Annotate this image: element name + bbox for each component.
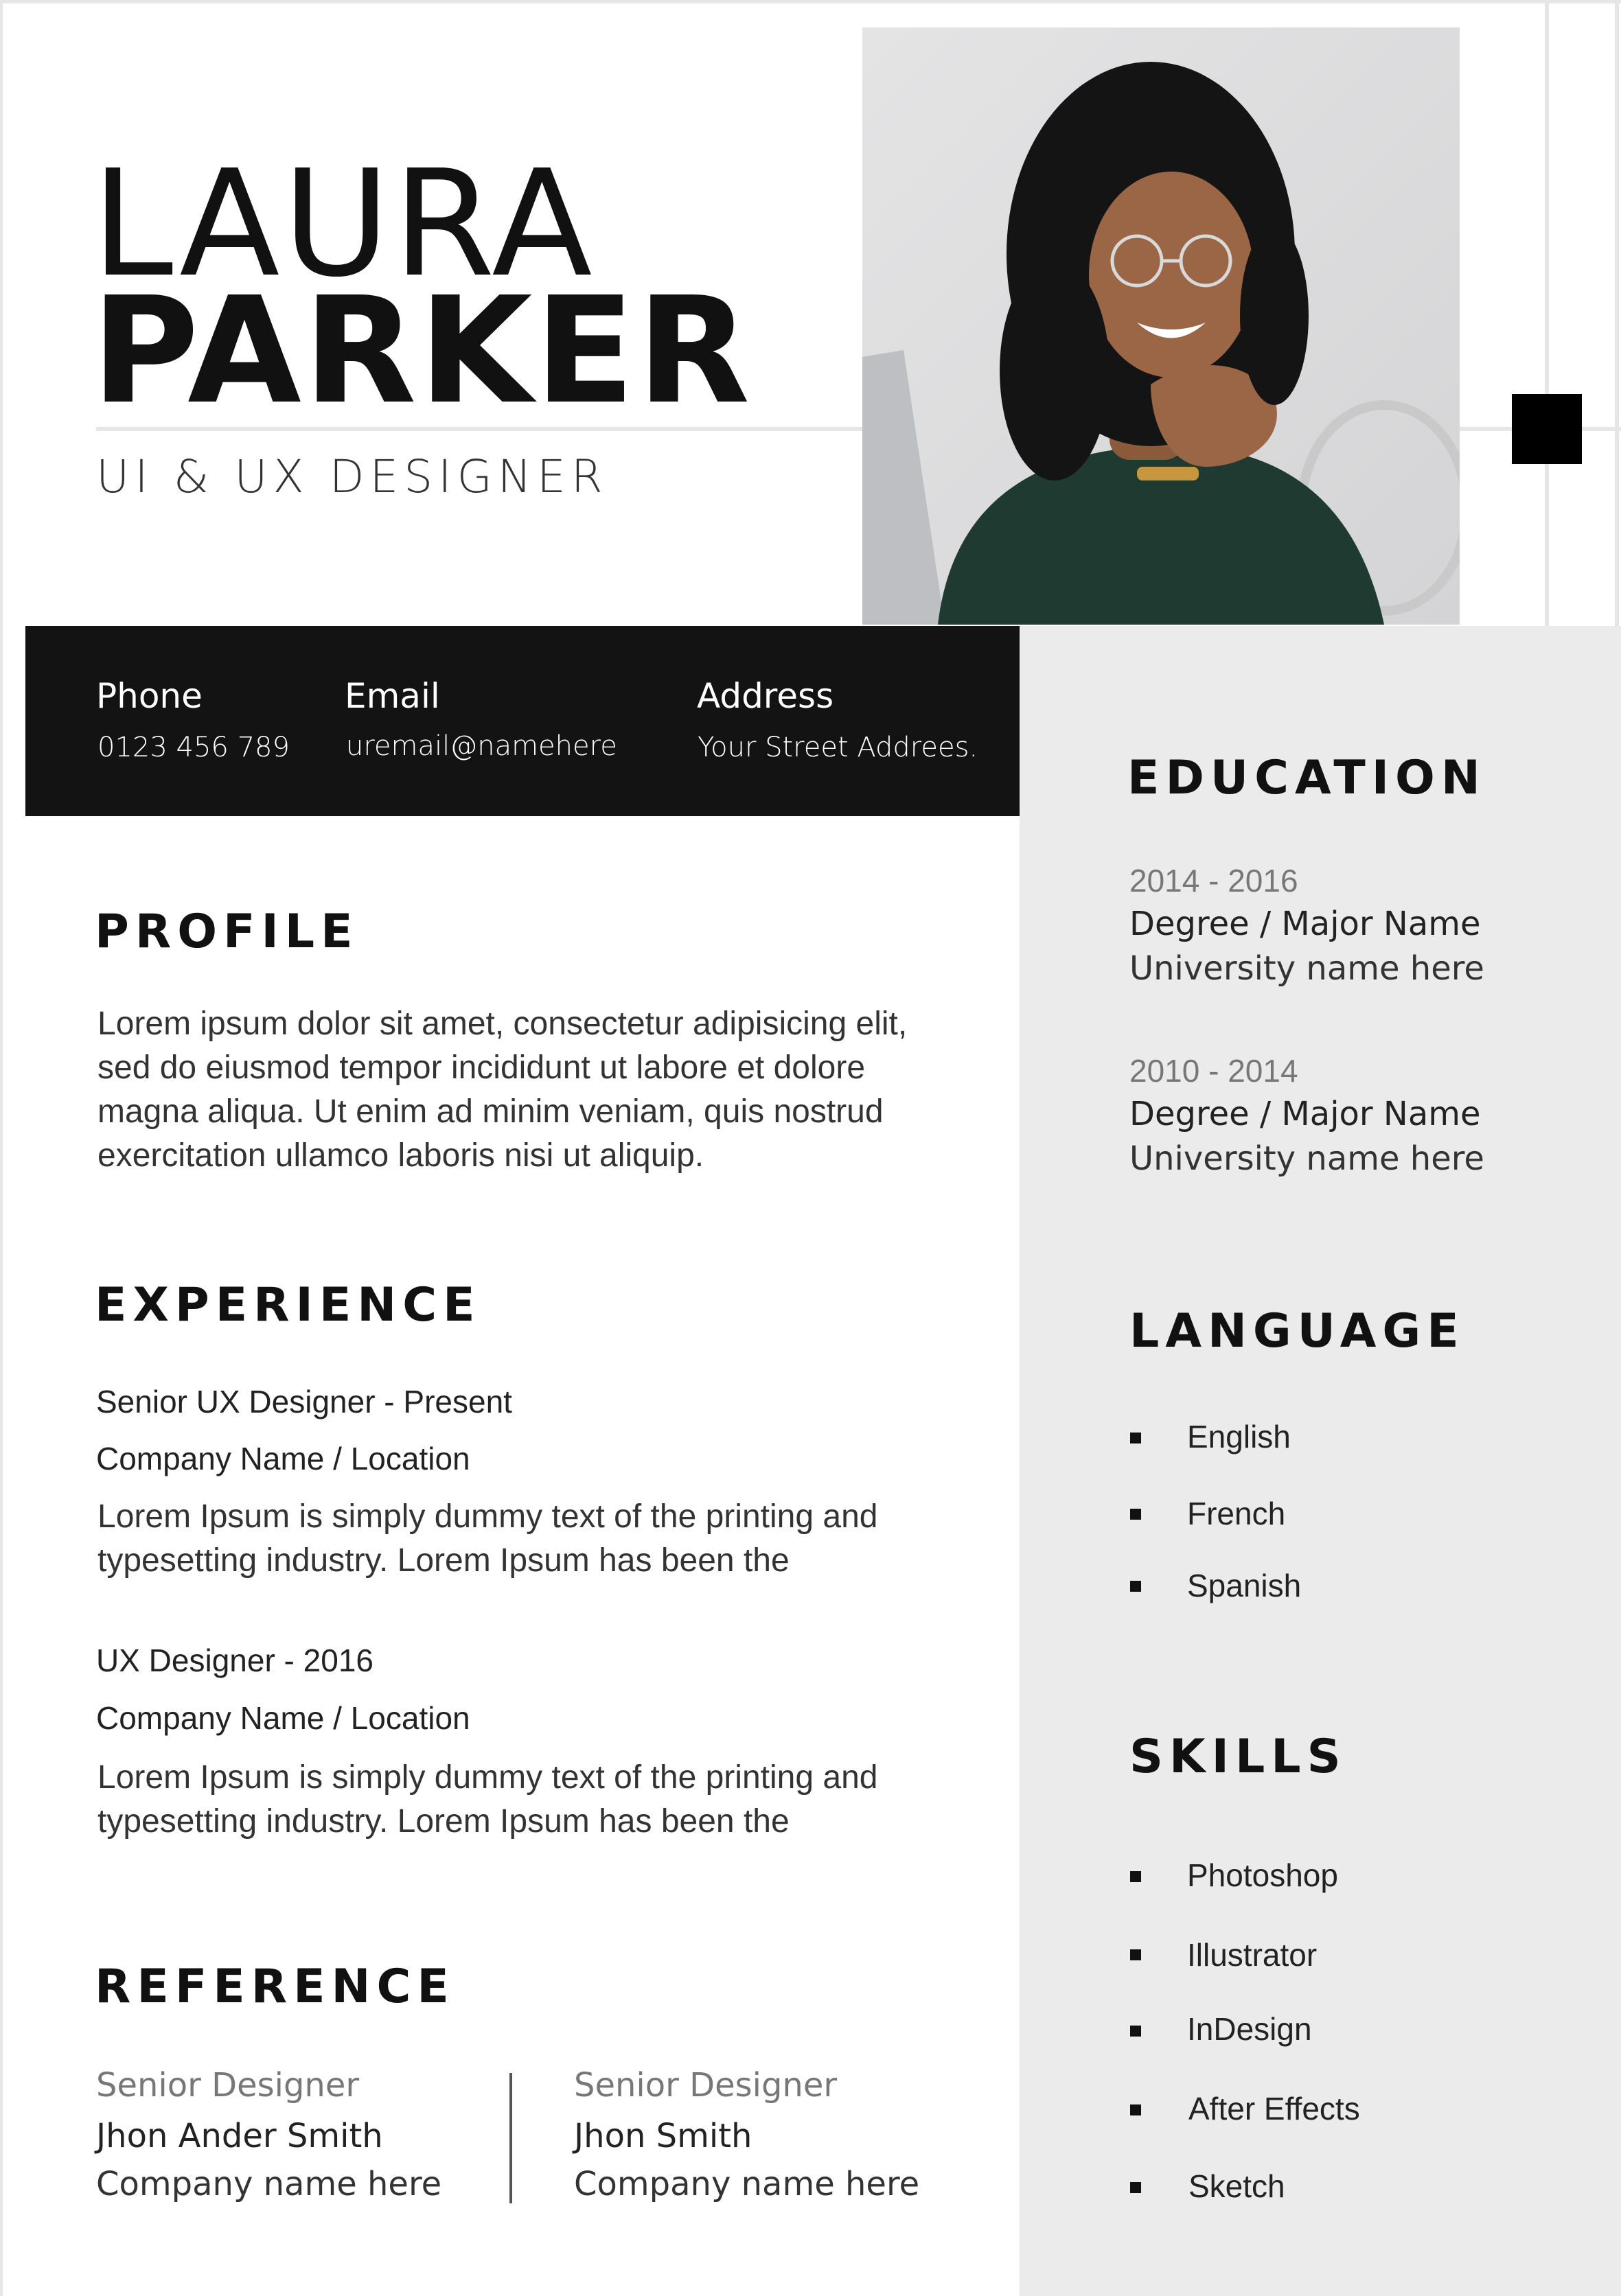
portrait-photo-icon <box>862 27 1460 625</box>
right-vertical-line-1 <box>1545 0 1549 626</box>
last-name: PARKER <box>91 266 752 437</box>
reference-role: Senior Designer <box>96 2066 360 2104</box>
bullet-icon <box>1130 1871 1141 1882</box>
right-vertical-line-2 <box>1615 0 1619 626</box>
profile-heading: PROFILE <box>95 905 359 959</box>
reference-role: Senior Designer <box>574 2066 838 2104</box>
bullet-icon <box>1130 1509 1141 1520</box>
experience-description: Lorem Ipsum is simply dummy text of the … <box>97 1495 949 1583</box>
phone-label: Phone <box>96 676 203 716</box>
reference-divider <box>509 2073 512 2203</box>
reference-company: Company name here <box>96 2165 442 2203</box>
bullet-icon <box>1130 1949 1141 1960</box>
profile-line: magna aliqua. Ut enim ad minim veniam, q… <box>97 1093 884 1130</box>
language-heading: LANGUAGE <box>1129 1304 1465 1358</box>
experience-company: Company Name / Location <box>96 1441 470 1476</box>
education-degree: Degree / Major Name <box>1129 1095 1481 1133</box>
reference-company: Company name here <box>574 2165 920 2203</box>
experience-line: typesetting industry. Lorem Ipsum has be… <box>97 1542 790 1579</box>
bullet-icon <box>1130 1581 1141 1592</box>
reference-name: Jhon Smith <box>574 2117 752 2155</box>
experience-description: Lorem Ipsum is simply dummy text of the … <box>97 1756 949 1844</box>
skill-item: After Effects <box>1188 2091 1360 2126</box>
bullet-icon <box>1130 2104 1141 2115</box>
education-university: University name here <box>1129 949 1484 988</box>
education-years: 2014 - 2016 <box>1129 863 1298 898</box>
profile-photo <box>862 27 1460 625</box>
education-heading: EDUCATION <box>1127 751 1486 805</box>
left-border-line <box>0 0 3 2296</box>
bullet-icon <box>1130 1433 1141 1443</box>
decorative-square <box>1512 394 1582 464</box>
language-item: French <box>1187 1496 1286 1531</box>
experience-line: Lorem Ipsum is simply dummy text of the … <box>97 1498 878 1535</box>
reference-heading: REFERENCE <box>95 1960 455 2014</box>
experience-line: Lorem Ipsum is simply dummy text of the … <box>97 1759 878 1796</box>
profile-text: Lorem ipsum dolor sit amet, consectetur … <box>97 1002 949 1178</box>
experience-title: Senior UX Designer - Present <box>96 1384 512 1419</box>
language-item: English <box>1187 1419 1291 1454</box>
skill-item: Sketch <box>1188 2168 1285 2204</box>
bullet-icon <box>1130 2026 1141 2037</box>
contact-bar <box>25 626 1020 816</box>
reference-name: Jhon Ander Smith <box>96 2117 383 2155</box>
education-university: University name here <box>1129 1139 1484 1178</box>
top-border-line <box>0 0 1621 3</box>
address-value: Your Street Addrees. <box>698 732 978 763</box>
experience-company: Company Name / Location <box>96 1700 470 1736</box>
profile-line: Lorem ipsum dolor sit amet, consectetur … <box>97 1006 908 1042</box>
sidebar-background <box>1020 626 1621 2296</box>
skills-heading: SKILLS <box>1129 1730 1347 1784</box>
language-item: Spanish <box>1187 1568 1302 1603</box>
experience-line: typesetting industry. Lorem Ipsum has be… <box>97 1803 790 1840</box>
profile-line: sed do eiusmod tempor incididunt ut labo… <box>97 1050 866 1086</box>
education-years: 2010 - 2014 <box>1129 1053 1298 1089</box>
profile-line: exercitation ullamco laboris nisi ut ali… <box>97 1137 704 1174</box>
address-label: Address <box>697 676 834 716</box>
job-title: UI & UX DESIGNER <box>96 450 608 503</box>
bullet-icon <box>1130 2182 1141 2193</box>
email-label: Email <box>345 676 440 716</box>
education-degree: Degree / Major Name <box>1129 905 1481 943</box>
skill-item: InDesign <box>1187 2011 1312 2047</box>
skill-item: Photoshop <box>1187 1857 1338 1893</box>
skill-item: Illustrator <box>1187 1937 1318 1973</box>
experience-title: UX Designer - 2016 <box>96 1643 373 1678</box>
email-value: uremail@namehere <box>346 730 617 762</box>
experience-heading: EXPERIENCE <box>95 1278 481 1332</box>
phone-value: 0123 456 789 <box>97 732 290 763</box>
